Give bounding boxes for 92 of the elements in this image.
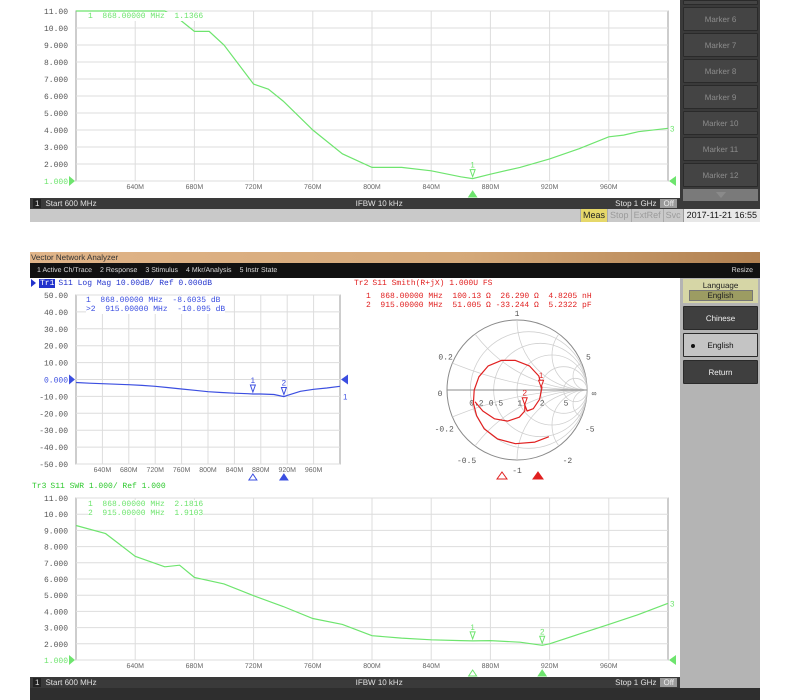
y-tick-label: 30.00 [44,326,68,335]
y-tick-label: 4.000 [44,608,68,618]
ifbw-label: IFBW 10 kHz [356,678,403,687]
softkey-title: Language [702,281,738,290]
current-language: English [688,290,752,301]
y-tick-label: -50.00 [39,461,68,470]
annotation: 1 [470,622,476,632]
grid-label: 2 [540,400,545,409]
trace-number: 3 [670,599,674,608]
y-tick-label: 11.00 [44,495,68,504]
return-button[interactable]: Return [683,360,758,384]
y-tick-label: -40.00 [39,444,68,454]
grid-label: 5 [586,353,591,362]
grid-label: -2 [562,457,572,466]
start-frequency: Start 600 MHz [45,199,97,208]
status-indicator: Meas [580,209,608,222]
annotation: 1 [250,376,256,386]
grid-label: ∞ [592,390,596,399]
marker-triangle-icon[interactable] [532,471,544,480]
marker-readout: 1 868.00000 MHz 2.1816 [88,500,204,509]
y-tick-label: 5.000 [44,592,68,602]
annotation: 2 [282,378,287,388]
grid-label: -0.5 [457,457,476,466]
ifbw-label: IFBW 10 kHz [356,199,403,208]
marker-triangle-icon[interactable] [278,473,289,480]
trace-number: 3 [670,124,674,134]
trace-settings: S11 Log Mag 10.00dB/ Ref 0.000dB [58,278,212,288]
language-option[interactable]: Chinese [683,306,758,330]
y-tick-label: 40.00 [44,308,68,318]
channel-number: 1 [33,678,42,687]
selected-dot-icon [691,344,695,348]
grid-label: -1 [512,466,522,476]
window-title: Vector Network Analyzer [31,253,118,262]
marker-readout: 1 868.00000 MHz 1.1366 [88,12,204,21]
language-option[interactable]: English [683,333,758,357]
stop-frequency: Stop 1 GHz [615,199,656,208]
reference-level-icon [669,176,676,186]
marker-triangle-icon[interactable] [496,471,508,480]
y-tick-label: -20.00 [39,410,68,420]
y-tick-label: 10.00 [44,511,68,520]
y-tick-label: 2.000 [44,161,68,170]
y-tick-label: 7.000 [44,560,68,569]
trace-label[interactable]: Tr1 [39,278,56,288]
y-tick-label: -30.00 [39,427,68,436]
y-tick-label: 7.000 [44,76,68,85]
y-tick-label: 5.000 [44,110,68,119]
trace-settings: S11 SWR 1.000/ Ref 1.000 [50,482,166,490]
y-tick-label: 10.00 [44,360,68,369]
reference-level-icon [69,655,75,665]
grid-label: 5 [564,400,568,409]
channel-number: 1 [33,199,42,208]
annotation: 2 [540,627,545,636]
grid-label: -5 [585,426,595,434]
y-tick-label: 6.000 [44,93,68,102]
grid-label: 0 [438,390,442,399]
reference-level-icon [69,176,75,186]
y-tick-label: 3.000 [44,144,68,153]
y-tick-label: 10.00 [44,25,68,34]
y-tick-label: 6.000 [44,576,68,585]
language-softkey[interactable]: Language English [683,279,758,303]
y-tick-label: 3.000 [44,624,68,634]
y-tick-label: 2.000 [44,640,68,650]
marker-readout: 2 915.00000 MHz 1.9103 [88,509,204,518]
y-tick-label: 1.000 [44,657,68,666]
y-tick-label: 4.000 [44,127,68,136]
stop-frequency: Stop 1 GHz [615,678,656,687]
reference-level-icon [669,655,676,665]
trace-settings: S11 Smith(R+jX) 1.000U FS [372,278,492,288]
y-tick-label: 9.000 [44,42,68,51]
scroll-down-button[interactable] [683,189,758,201]
y-tick-label: 8.000 [44,59,68,68]
trace-number: 1 [343,392,348,402]
date-time: 2017-11-21 16:55 [682,209,760,222]
trace-label[interactable]: Tr2 [353,278,370,288]
grid-label: 1 [517,400,522,409]
grid-label: 0.2 [438,353,453,362]
y-tick-label: 9.000 [44,527,68,536]
annotation: 1 [470,160,476,170]
start-frequency: Start 600 MHz [45,678,97,687]
marker-readout: >2 915.00000 MHz -10.095 dB [86,305,226,314]
grid-label: 1 [514,310,520,319]
grid-label: 0.5 [488,400,504,409]
y-tick-label: 20.00 [44,342,68,352]
y-tick-label: 8.000 [44,544,68,553]
y-tick-label: 11.00 [44,8,68,17]
active-trace-icon [31,279,36,287]
grid-label: -0.2 [434,426,454,434]
y-tick-label: 1.000 [44,178,68,187]
y-tick-label: 50.00 [44,292,68,301]
marker-triangle-icon[interactable] [248,473,258,480]
y-tick-label: -10.00 [39,393,68,402]
y-tick-label: 0.000 [44,376,68,386]
